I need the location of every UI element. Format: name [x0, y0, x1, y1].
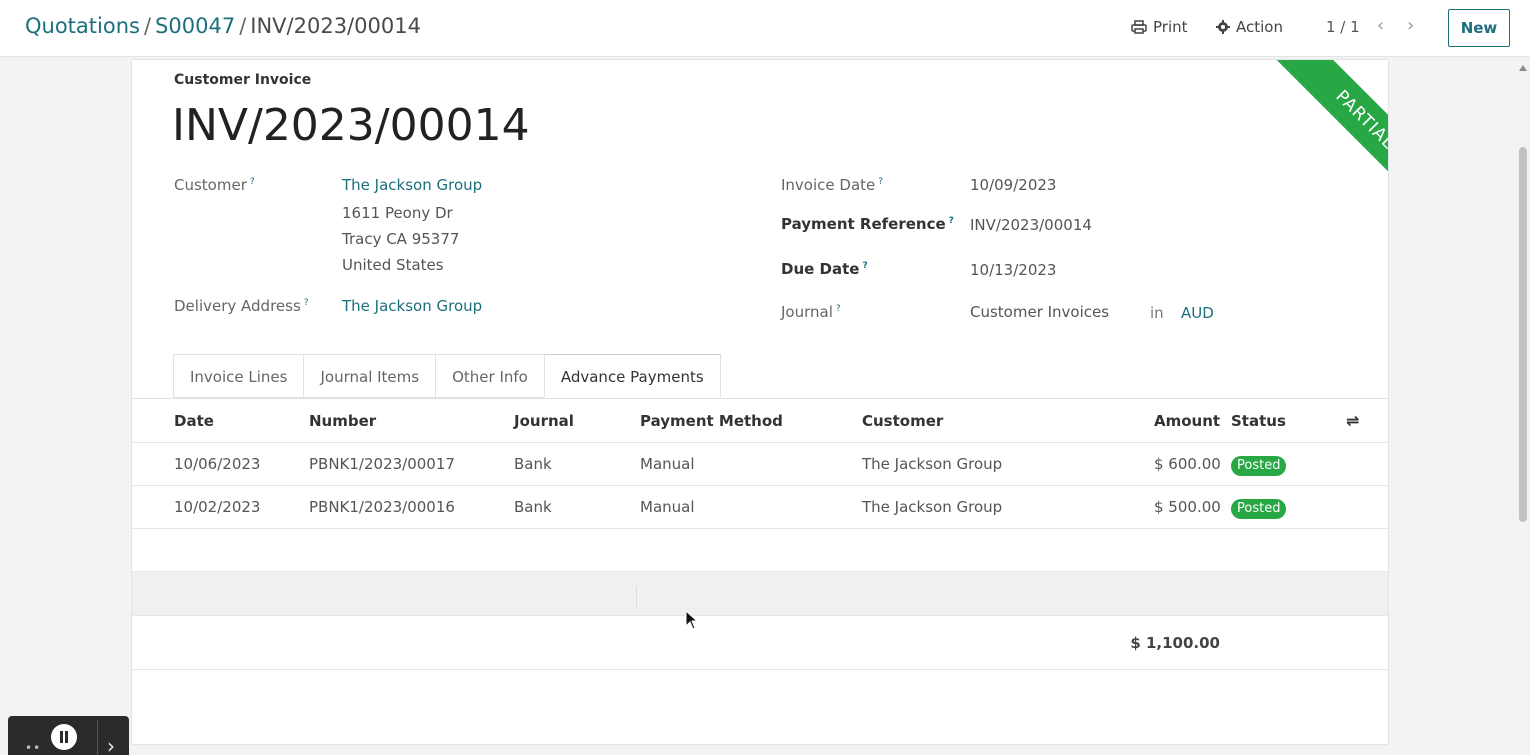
pause-icon[interactable] — [51, 724, 77, 750]
cell-journal: Bank — [514, 455, 552, 473]
journal-value[interactable]: Customer Invoices — [970, 303, 1109, 321]
customer-address-line: United States — [342, 256, 444, 274]
customer-address-line: 1611 Peony Dr — [342, 204, 453, 222]
mouse-cursor-icon — [685, 610, 699, 630]
breadcrumb-quotations[interactable]: Quotations — [25, 14, 140, 38]
column-header-number[interactable]: Number — [309, 399, 376, 443]
customer-link[interactable]: The Jackson Group — [342, 176, 482, 194]
cell-status: Posted — [1231, 486, 1287, 529]
column-header-journal[interactable]: Journal — [514, 399, 574, 443]
recorder-divider — [97, 720, 98, 755]
document-type: Customer Invoice — [174, 72, 312, 88]
help-icon[interactable]: ? — [949, 216, 954, 226]
delivery-address-label: Delivery Address? — [174, 297, 309, 315]
tab-other-info[interactable]: Other Info — [435, 354, 544, 398]
advance-payments-table: Date Number Journal Payment Method Custo… — [132, 399, 1388, 670]
cell-number: PBNK1/2023/00016 — [309, 498, 455, 516]
empty-row-hover — [132, 572, 1388, 616]
due-date-label: Due Date? — [781, 260, 868, 278]
tab-invoice-lines[interactable]: Invoice Lines — [173, 354, 304, 398]
status-ribbon-label: PARTIAL — [1258, 60, 1388, 220]
cell-date: 10/02/2023 — [174, 498, 261, 516]
journal-label: Journal? — [781, 303, 841, 321]
table-row[interactable]: 10/02/2023 PBNK1/2023/00016 Bank Manual … — [132, 486, 1388, 529]
tab-advance-payments[interactable]: Advance Payments — [543, 354, 721, 398]
total-amount: $ 1,100.00 — [1130, 634, 1220, 652]
chevron-right-icon[interactable]: › — [107, 734, 115, 755]
page-title: INV/2023/00014 — [172, 100, 530, 151]
action-label: Action — [1236, 18, 1283, 36]
payment-reference-value[interactable]: INV/2023/00014 — [970, 216, 1092, 234]
column-divider — [636, 586, 637, 608]
new-button[interactable]: New — [1448, 9, 1510, 47]
table-footer-row: $ 1,100.00 — [132, 616, 1388, 670]
drag-handle-icon[interactable]: •• — [25, 741, 41, 755]
help-icon[interactable]: ? — [304, 298, 309, 308]
customer-address-line: Tracy CA 95377 — [342, 230, 460, 248]
table-row[interactable]: 10/06/2023 PBNK1/2023/00017 Bank Manual … — [132, 443, 1388, 486]
gear-icon — [1216, 20, 1230, 34]
help-icon[interactable]: ? — [836, 304, 841, 314]
payment-reference-label: Payment Reference? — [781, 215, 954, 233]
sliders-icon[interactable]: ⇌ — [1346, 399, 1359, 443]
due-date-value[interactable]: 10/13/2023 — [970, 261, 1056, 279]
cell-status: Posted — [1231, 443, 1287, 486]
status-badge: Posted — [1231, 456, 1287, 476]
notebook-tabs: Invoice Lines Journal Items Other Info A… — [173, 354, 721, 398]
in-label: in — [1150, 304, 1164, 322]
currency-link[interactable]: AUD — [1181, 304, 1214, 322]
column-header-customer[interactable]: Customer — [862, 399, 943, 443]
cell-customer: The Jackson Group — [862, 498, 1003, 516]
invoice-form-sheet: PARTIAL Customer Invoice INV/2023/00014 … — [131, 59, 1389, 745]
scrollbar[interactable] — [1516, 57, 1530, 755]
cell-amount: $ 600.00 — [1154, 455, 1221, 473]
status-ribbon: PARTIAL — [1228, 60, 1388, 220]
breadcrumb: Quotations / S00047/INV/2023/00014 — [25, 14, 421, 38]
cell-payment-method: Manual — [640, 498, 695, 516]
help-icon[interactable]: ? — [250, 177, 255, 187]
empty-row — [132, 529, 1388, 572]
cell-customer: The Jackson Group — [862, 455, 1003, 473]
table-header-row: Date Number Journal Payment Method Custo… — [132, 399, 1388, 443]
control-panel: Quotations / S00047/INV/2023/00014 Print A… — [0, 0, 1530, 57]
cell-amount: $ 500.00 — [1154, 498, 1221, 516]
column-header-amount[interactable]: Amount — [1154, 399, 1220, 443]
column-header-payment-method[interactable]: Payment Method — [640, 399, 783, 443]
status-badge: Posted — [1231, 499, 1287, 519]
scroll-up-icon[interactable] — [1519, 65, 1527, 71]
screen-recorder-widget: •• › — [8, 716, 129, 755]
invoice-date-value[interactable]: 10/09/2023 — [970, 176, 1056, 194]
column-header-date[interactable]: Date — [174, 399, 214, 443]
delivery-address-link[interactable]: The Jackson Group — [342, 297, 482, 315]
breadcrumb-current: INV/2023/00014 — [250, 14, 421, 38]
breadcrumb-sale-order[interactable]: S00047 — [155, 14, 235, 38]
column-header-status[interactable]: Status — [1231, 399, 1286, 443]
customer-label: Customer? — [174, 176, 255, 194]
action-button[interactable]: Action — [1216, 18, 1283, 36]
invoice-date-label: Invoice Date? — [781, 176, 884, 194]
cell-payment-method: Manual — [640, 455, 695, 473]
help-icon[interactable]: ? — [862, 261, 867, 271]
print-label: Print — [1153, 18, 1188, 36]
cell-journal: Bank — [514, 498, 552, 516]
cell-date: 10/06/2023 — [174, 455, 261, 473]
help-icon[interactable]: ? — [878, 177, 883, 187]
chevron-left-icon[interactable]: ‹ — [1377, 15, 1384, 36]
pager-value[interactable]: 1 / 1 — [1326, 18, 1360, 36]
cell-number: PBNK1/2023/00017 — [309, 455, 455, 473]
tab-journal-items[interactable]: Journal Items — [303, 354, 436, 398]
chevron-right-icon[interactable]: › — [1407, 15, 1414, 36]
scrollbar-thumb[interactable] — [1519, 147, 1527, 522]
breadcrumb-separator: / — [239, 14, 247, 38]
print-button[interactable]: Print — [1131, 18, 1188, 36]
breadcrumb-separator: / — [143, 14, 152, 38]
print-icon — [1131, 20, 1147, 34]
